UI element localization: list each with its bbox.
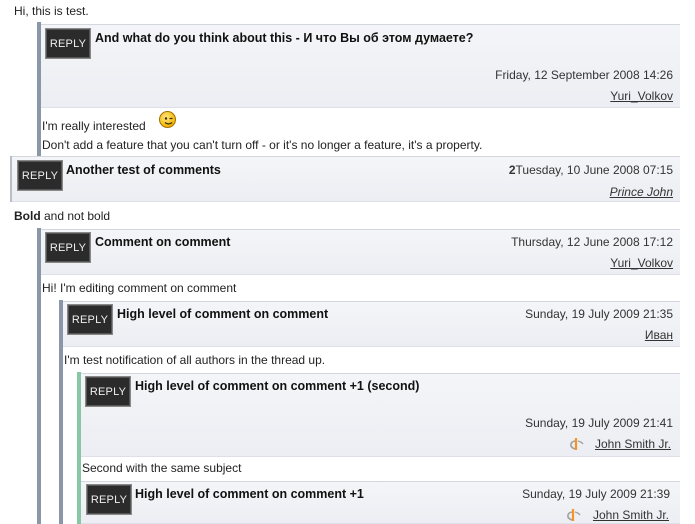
- reply-button[interactable]: REPLY: [45, 28, 91, 59]
- comment-body: Bold and not bold: [14, 209, 110, 223]
- plain-text: and not bold: [40, 209, 111, 223]
- reply-button[interactable]: REPLY: [45, 232, 91, 263]
- bold-text: Bold: [14, 209, 41, 223]
- comment-subject: Another test of comments: [66, 163, 221, 177]
- comment-subject: Comment on comment: [95, 235, 231, 249]
- comment-subject: High level of comment on comment +1: [135, 487, 364, 501]
- intro-text: Hi, this is test.: [14, 4, 89, 18]
- comment-date: Friday, 12 September 2008 14:26: [495, 68, 673, 82]
- comment-subject: High level of comment on comment +1 (sec…: [135, 379, 420, 393]
- comment-author-link[interactable]: Yuri_Volkov: [610, 89, 673, 103]
- openid-logo-icon: [567, 509, 581, 521]
- comment-author-link[interactable]: Prince John: [610, 185, 673, 199]
- reply-button[interactable]: REPLY: [67, 304, 113, 335]
- comment-body-line: I'm really interested: [42, 119, 146, 133]
- comment-subject: High level of comment on comment: [117, 307, 329, 321]
- comment-date: 2Tuesday, 10 June 2008 07:15: [509, 163, 673, 177]
- comment-body-line: Don't add a feature that you can't turn …: [42, 138, 483, 152]
- comment-date: Sunday, 19 July 2009 21:39: [522, 487, 670, 501]
- comment-date: Sunday, 19 July 2009 21:35: [525, 307, 673, 321]
- comment-date: Thursday, 12 June 2008 17:12: [511, 235, 673, 249]
- openid-logo-icon: [570, 438, 584, 450]
- reply-button[interactable]: REPLY: [85, 376, 131, 407]
- reply-button[interactable]: REPLY: [17, 160, 63, 191]
- winking-smiley-icon: [159, 111, 176, 128]
- comment-author-link[interactable]: Yuri_Volkov: [610, 256, 673, 270]
- comment-body: I'm test notification of all authors in …: [64, 353, 326, 367]
- comment-subject: And what do you think about this - И что…: [95, 31, 474, 45]
- reply-button[interactable]: REPLY: [86, 484, 132, 515]
- comment-count: 2: [508, 163, 516, 177]
- comment-body: Second with the same subject: [82, 461, 242, 475]
- comment-author-link[interactable]: Иван: [645, 328, 673, 342]
- comment-date-text: Tuesday, 10 June 2008 07:15: [515, 163, 673, 177]
- comment-body: Hi! I'm editing comment on comment: [42, 281, 237, 295]
- comment-date: Sunday, 19 July 2009 21:41: [525, 416, 673, 430]
- comment-author-link[interactable]: John Smith Jr.: [595, 437, 671, 451]
- comment-author-link[interactable]: John Smith Jr.: [593, 508, 669, 522]
